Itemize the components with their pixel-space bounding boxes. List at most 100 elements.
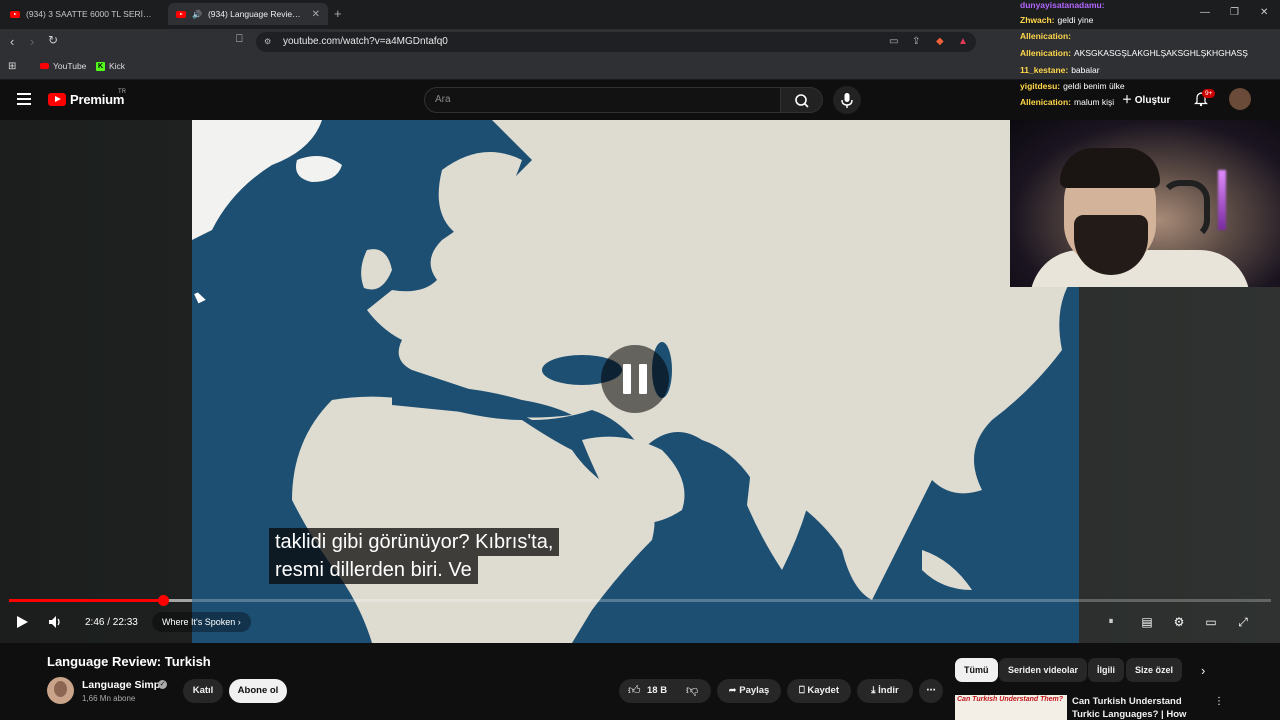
subscriber-count: 1,66 Mn abone [82, 694, 136, 703]
share-arrow-icon: ➦ [728, 685, 740, 696]
search-input[interactable] [424, 87, 781, 113]
chevron-right-icon[interactable]: › [1201, 663, 1205, 678]
pause-overlay-icon[interactable] [601, 345, 669, 413]
account-avatar[interactable] [1229, 88, 1251, 110]
chat-message: yigitdesu: geldi benim ülke [1020, 81, 1125, 91]
close-tab-icon[interactable]: ✕ [312, 9, 320, 20]
chat-message: Allenication: malum kişi [1020, 97, 1114, 107]
bookmark-youtube[interactable]: YouTube [40, 61, 86, 71]
chat-username: Allenication: [1020, 48, 1072, 58]
chat-text: geldi benim ülke [1063, 81, 1125, 91]
back-button[interactable]: ‹ [10, 34, 14, 49]
subtitles-icon[interactable]: ▤ [1139, 614, 1155, 630]
screen: (934) 3 SAATTE 6000 TL SERİSİ!!! @gu 🔊 (… [0, 0, 1280, 720]
chip-for-you[interactable]: Size özel [1126, 658, 1183, 682]
like-count: 18 B [647, 685, 668, 696]
volume-icon[interactable] [47, 614, 63, 630]
chip-series-videos[interactable]: Seriden videolar [999, 658, 1088, 682]
headset-microphone [1160, 180, 1210, 240]
chat-text: AKSGKASGŞLAKGHLŞAKSGHLŞKHGHASŞ [1074, 48, 1248, 58]
caption-line: resmi dillerden biri. Ve [269, 556, 478, 584]
youtube-favicon-icon [176, 10, 186, 18]
youtube-logo-icon [48, 93, 66, 106]
bookmark-label: YouTube [53, 61, 87, 71]
menu-icon[interactable] [17, 93, 31, 105]
create-button[interactable]: ＋ Oluştur [1122, 91, 1170, 106]
notification-badge: 9+ [1202, 89, 1216, 98]
microphone-icon [841, 93, 853, 108]
search-button[interactable] [781, 87, 823, 113]
play-button[interactable] [14, 614, 30, 630]
join-button[interactable]: Katıl [183, 679, 223, 703]
apps-grid-icon[interactable]: ⊞ [8, 61, 16, 72]
search-placeholder: Ara [435, 94, 451, 105]
cast-icon[interactable]: ▭ [889, 36, 898, 47]
download-label: İndir [878, 685, 899, 696]
chip-all[interactable]: Tümü [955, 658, 998, 682]
bookmark-icon[interactable]: ⎕ [236, 33, 243, 46]
close-window-button[interactable]: ✕ [1260, 7, 1268, 18]
time-display: 2:46 / 22:33 [85, 617, 138, 628]
like-icon[interactable]: 👍︎ [628, 683, 641, 698]
speaker-icon: 🔊 [192, 9, 202, 19]
voice-search-button[interactable] [833, 86, 861, 114]
dislike-icon[interactable]: 👎︎ [686, 683, 698, 698]
chat-text: babalar [1071, 65, 1100, 75]
chat-username: yigitdesu: [1020, 81, 1061, 91]
streamer-webcam-overlay [1010, 120, 1280, 287]
save-label: Kaydet [807, 685, 840, 696]
bookmark-kick[interactable]: K Kick [96, 61, 125, 71]
thumbnail-text: Can Turkish Understand Them? [957, 696, 1064, 703]
site-info-icon[interactable]: ⚙ [264, 37, 271, 46]
more-actions-button[interactable]: ⋯ [919, 679, 943, 703]
tab-title: (934) 3 SAATTE 6000 TL SERİSİ!!! @gu [26, 9, 156, 19]
subscribe-button[interactable]: Abone ol [229, 679, 287, 703]
chapter-button[interactable]: Where It's Spoken › [152, 612, 251, 632]
browser-tab-active[interactable]: 🔊 (934) Language Review: Turkis ✕ [168, 3, 328, 25]
share-button[interactable]: ➦ Paylaş [717, 679, 781, 703]
share-icon[interactable]: ⇪ [912, 36, 920, 47]
youtube-icon [40, 63, 49, 69]
tab-title: (934) Language Review: Turkis [207, 9, 306, 19]
chat-text: geldi yine [1057, 15, 1094, 25]
chat-username: Zhwach: [1020, 15, 1055, 25]
maximize-button[interactable]: ❐ [1230, 7, 1239, 18]
recommendation-thumbnail[interactable]: Can Turkish Understand Them? [955, 695, 1067, 720]
chevron-right-icon: › [237, 617, 241, 627]
rewards-icon[interactable]: ▲ [958, 36, 968, 47]
chapter-title: Where It's Spoken [162, 617, 236, 627]
progress-bar[interactable] [9, 595, 1271, 606]
recommendation-title[interactable]: Can Turkish Understand Turkic Languages?… [1072, 695, 1212, 720]
recommendation-menu-icon[interactable]: ⋮ [1214, 696, 1224, 707]
minimize-button[interactable]: — [1200, 7, 1210, 18]
settings-gear-icon[interactable]: ⚙ [1171, 614, 1187, 630]
reload-button[interactable]: ↻ [48, 33, 58, 47]
share-label: Paylaş [739, 685, 770, 696]
channel-avatar[interactable] [47, 677, 74, 704]
video-title: Language Review: Turkish [47, 654, 211, 669]
create-label: Oluştur [1134, 95, 1171, 106]
chat-message: 11_kestane: babalar [1020, 65, 1100, 75]
new-tab-button[interactable]: + [334, 6, 342, 21]
brave-shield-icon[interactable]: ◆ [936, 36, 944, 47]
youtube-premium-logo[interactable]: Premium TR [48, 89, 126, 107]
browser-tab[interactable]: (934) 3 SAATTE 6000 TL SERİSİ!!! @gu [2, 3, 164, 25]
region-label: TR [118, 89, 126, 95]
chat-text: malum kişi [1074, 97, 1115, 107]
chat-message: Allenication: [1020, 31, 1074, 41]
caption-line: taklidi gibi görünüyor? Kıbrıs'ta, [269, 528, 560, 556]
search-icon [795, 94, 809, 108]
channel-name[interactable]: Language Simp [82, 679, 160, 691]
save-button[interactable]: ⎕ Kaydet [787, 679, 851, 703]
theater-mode-icon[interactable]: ▭ [1203, 614, 1219, 630]
fullscreen-icon[interactable]: ⤢ [1235, 614, 1251, 630]
chat-username: dunyayisatanadamu: [1020, 0, 1105, 10]
progress-played [9, 599, 164, 602]
bookmark-label: Kick [109, 61, 126, 71]
forward-button[interactable]: › [30, 34, 34, 49]
download-button[interactable]: ⤓ İndir [857, 679, 913, 703]
chat-message: Allenication: AKSGKASGŞLAKGHLŞAKSGHLŞKHGH… [1020, 48, 1248, 58]
autoplay-toggle[interactable]: ⏸ [1103, 614, 1119, 630]
chip-related[interactable]: İlgili [1088, 658, 1124, 682]
chat-username: 11_kestane: [1020, 65, 1069, 75]
